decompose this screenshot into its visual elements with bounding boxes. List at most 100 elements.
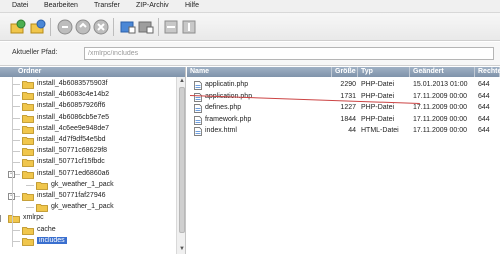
tree-item[interactable]: install_4b60857926ff6 (0, 101, 176, 112)
menu-hilfe[interactable]: Hilfe (185, 2, 199, 9)
folder-tree: install_4b6083575903f install_4b6083c4e14… (0, 77, 176, 254)
file-type: PHP-Datei (361, 104, 395, 111)
tree-item[interactable]: cache (0, 225, 176, 236)
file-row[interactable]: framework.php 1844 PHP-Datei 17.11.2009 00:… (187, 115, 500, 126)
stop-icon[interactable] (75, 19, 91, 35)
path-label: Aktueller Pfad: (12, 49, 58, 56)
scroll-thumb[interactable] (179, 87, 185, 233)
column-rights[interactable]: Rechte (475, 67, 500, 77)
tree-item-label: install_4b6086cb5e7e5 (37, 113, 110, 121)
column-name[interactable]: Name (187, 67, 332, 77)
tree-connector (12, 162, 20, 164)
tree-item-label: install_50771cf15fbdc (37, 158, 105, 166)
tree-item-label: gk_weather_1_pack (51, 203, 114, 211)
menu-transfer[interactable]: Transfer (94, 2, 120, 9)
tree-item-label: install_4b6083575903f (37, 80, 108, 87)
folder-icon (22, 158, 34, 168)
file-modified: 15.01.2013 01:00 (413, 81, 468, 88)
file-size: 1844 (340, 115, 356, 123)
file-size: 1731 (340, 92, 356, 100)
tree-connector (12, 128, 20, 130)
folder-icon (8, 214, 20, 224)
file-name: framework.php (205, 115, 252, 123)
tree-item[interactable]: −install_50771ed6860a6 (0, 169, 176, 180)
folder-icon (36, 203, 48, 213)
tree-item[interactable]: install_4b6083575903f (0, 79, 176, 90)
file-rights: 644 (478, 104, 490, 111)
file-row[interactable]: index.html 44 HTML-Datei 17.11.2009 00:00 64… (187, 126, 500, 137)
menu-datei[interactable]: Datei (12, 2, 28, 9)
tree-connector (12, 95, 20, 97)
tree-connector (12, 117, 20, 119)
unzip-icon[interactable] (181, 19, 197, 35)
menu-bearbeiten[interactable]: Bearbeiten (44, 2, 78, 9)
tree-item[interactable]: install_4b6086cb5e7e5 (0, 113, 176, 124)
disconnect-icon[interactable] (57, 19, 73, 35)
file-icon (194, 104, 202, 113)
tree-item-label: install_50771ed6860a6 (37, 169, 110, 177)
tree-connector (12, 151, 20, 153)
toolbar-separator (50, 18, 51, 36)
toolbar (0, 13, 500, 41)
tree-item[interactable]: install_50771cf15fbdc (0, 157, 176, 168)
tree-item-label: includes (37, 236, 67, 244)
scroll-up-icon[interactable]: ▲ (178, 77, 185, 85)
tree-connector (12, 140, 20, 141)
file-rights: 644 (478, 81, 490, 88)
vertical-scrollbar[interactable]: ▲ ▼ (176, 77, 185, 254)
refresh-icon[interactable] (30, 19, 46, 35)
path-bar: Aktueller Pfad: (0, 42, 500, 66)
tree-item[interactable]: −install_50771faf27946 (0, 191, 176, 202)
file-icon (194, 115, 202, 125)
download-icon[interactable] (138, 19, 154, 35)
file-row[interactable]: defines.php 1227 PHP-Datei 17.11.2009 00:00… (187, 103, 500, 114)
zip-icon[interactable] (163, 19, 179, 35)
file-pane: Name Größe Typ Geändert Rechte applicati… (187, 67, 500, 254)
file-icon (194, 81, 202, 90)
tree-item[interactable]: install_50771c68629f8 (0, 146, 176, 157)
connect-icon[interactable] (10, 19, 26, 35)
tree-item[interactable]: − xmlrpc (0, 213, 176, 224)
tree-item-label: gk_weather_1_pack (51, 180, 114, 188)
tree-item[interactable]: install_4c6ee9e948de7 (0, 124, 176, 135)
column-modified[interactable]: Geändert (410, 67, 475, 77)
column-type[interactable]: Typ (358, 67, 410, 77)
cancel-icon[interactable] (93, 19, 109, 35)
folder-icon (22, 170, 34, 179)
scroll-down-icon[interactable]: ▼ (178, 245, 185, 253)
file-type: PHP-Datei (361, 115, 395, 123)
column-size[interactable]: Größe (332, 67, 358, 77)
tree-item[interactable]: gk_weather_1_pack (0, 202, 176, 213)
file-name: defines.php (205, 104, 242, 111)
tree-connector (26, 207, 34, 209)
tree-item-label: install_4d7f9df54e5bd (37, 136, 106, 143)
tree-item[interactable]: install_4b6083c4e14b2 (0, 90, 176, 101)
tree-item[interactable]: gk_weather_1_pack (0, 180, 176, 191)
folder-icon (22, 192, 34, 201)
tree-item-label: install_4c6ee9e948de7 (37, 124, 110, 132)
file-modified: 17.11.2009 00:00 (413, 127, 467, 134)
folder-icon (22, 91, 34, 101)
tree-connector (12, 240, 20, 242)
file-icon (194, 92, 202, 102)
tree-item[interactable]: includes (0, 236, 176, 247)
file-name: index.html (205, 127, 237, 134)
folder-icon (22, 80, 34, 89)
upload-icon[interactable] (120, 19, 136, 35)
file-type: PHP-Datei (361, 92, 395, 100)
tree-connector (12, 106, 20, 108)
file-size: 1227 (340, 104, 356, 111)
tree-item[interactable]: install_4d7f9df54e5bd (0, 135, 176, 146)
tree-item-label: cache (37, 225, 56, 233)
path-input[interactable] (84, 47, 494, 60)
file-rights: 644 (478, 127, 490, 134)
collapse-icon[interactable]: − (0, 215, 1, 223)
folder-header[interactable]: Ordner (0, 67, 185, 77)
menu-zip-archiv[interactable]: ZIP-Archiv (136, 2, 169, 9)
file-name: applicatin.php (205, 81, 249, 88)
toolbar-separator (158, 18, 159, 36)
file-type: PHP-Datei (361, 81, 395, 88)
tree-connector (26, 184, 34, 186)
file-row[interactable]: applicatin.php 2290 PHP-Datei 15.01.2013 01… (187, 80, 500, 91)
tree-item-label: install_4b6083c4e14b2 (37, 91, 110, 99)
